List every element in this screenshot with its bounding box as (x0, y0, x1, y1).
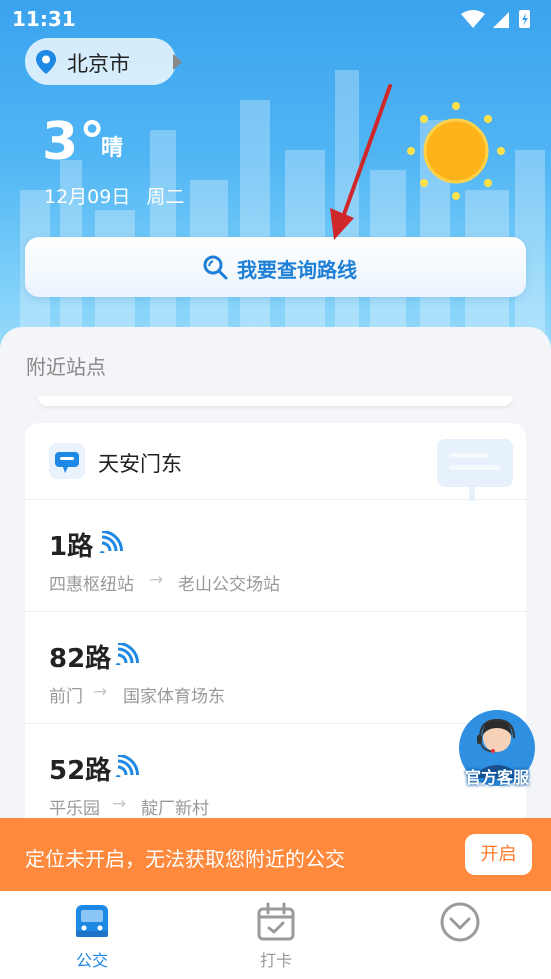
tab-checkin[interactable]: 打卡 (184, 891, 368, 979)
date: 12月09日 (44, 186, 131, 208)
route-row[interactable]: 1路 四惠枢纽站 → 老山公交场站 (25, 499, 526, 611)
customer-service-label: 官方客服 (464, 768, 529, 787)
route-name: 1路 (49, 532, 94, 562)
status-bar: 11:31 (0, 0, 551, 38)
tab-more[interactable] (368, 891, 551, 979)
route-origin: 平乐园 (49, 799, 100, 819)
bus-stop-icon (49, 443, 85, 479)
search-icon (203, 255, 228, 280)
stop-sign-decoration (437, 439, 513, 501)
route-destination: 国家体育场东 (123, 687, 225, 707)
annotation-arrow (330, 84, 392, 240)
weather-condition: 晴 (101, 136, 124, 161)
stacked-card-edge (38, 396, 513, 406)
location-disabled-message: 定位未开启，无法获取您附近的公交 (25, 847, 345, 871)
route-origin: 四惠枢纽站 (49, 575, 134, 595)
status-icons (461, 10, 530, 28)
stop-header[interactable]: 天安门东 (25, 423, 526, 501)
nearby-stations-title: 附近站点 (26, 355, 106, 379)
bus-icon (76, 905, 108, 937)
city-name: 北京市 (67, 52, 130, 76)
caret-right-icon (173, 54, 182, 70)
route-search-button[interactable]: 我要查询路线 (25, 237, 526, 297)
location-disabled-banner: 定位未开启，无法获取您附近的公交 开启 (0, 818, 551, 891)
chevron-circle-icon (440, 902, 480, 942)
arrow-right-icon: → (149, 570, 164, 590)
customer-service-button[interactable]: 官方客服 (457, 708, 537, 788)
tab-label: 公交 (75, 951, 108, 970)
route-name: 52路 (49, 756, 112, 786)
signal-icon (493, 12, 509, 28)
realtime-signal-icon (99, 531, 123, 553)
route-row[interactable]: 82路 前门 → 国家体育场东 (25, 611, 526, 723)
arrow-right-icon: → (93, 682, 108, 702)
realtime-signal-icon (115, 643, 139, 665)
date-line: 12月09日 周二 (44, 182, 184, 209)
temperature: 3° (42, 112, 107, 172)
route-name: 82路 (49, 644, 112, 674)
route-destination: 老山公交场站 (178, 575, 280, 595)
weekday: 周二 (146, 186, 185, 208)
calendar-check-icon (257, 902, 295, 941)
route-destination: 靛厂新村 (141, 799, 209, 819)
sun-icon (407, 102, 505, 200)
status-time: 11:31 (12, 7, 76, 31)
stop-name: 天安门东 (98, 452, 182, 476)
enable-location-button[interactable]: 开启 (465, 834, 532, 875)
realtime-signal-icon (115, 755, 139, 777)
tab-label: 打卡 (259, 951, 292, 970)
arrow-right-icon: → (112, 794, 127, 814)
tab-bus[interactable]: 公交 (0, 891, 184, 979)
city-selector[interactable]: 北京市 (25, 38, 182, 85)
route-origin: 前门 (49, 687, 83, 707)
stop-card[interactable]: 天安门东 1路 四惠枢纽站 → 老山公交场站 82路 前门 → 国家体育场东 5… (25, 423, 526, 843)
bottom-tab-bar: 公交 打卡 (0, 891, 551, 979)
location-pin-icon (36, 50, 56, 74)
wifi-status-icon (461, 10, 485, 28)
route-search-label: 我要查询路线 (237, 258, 357, 282)
